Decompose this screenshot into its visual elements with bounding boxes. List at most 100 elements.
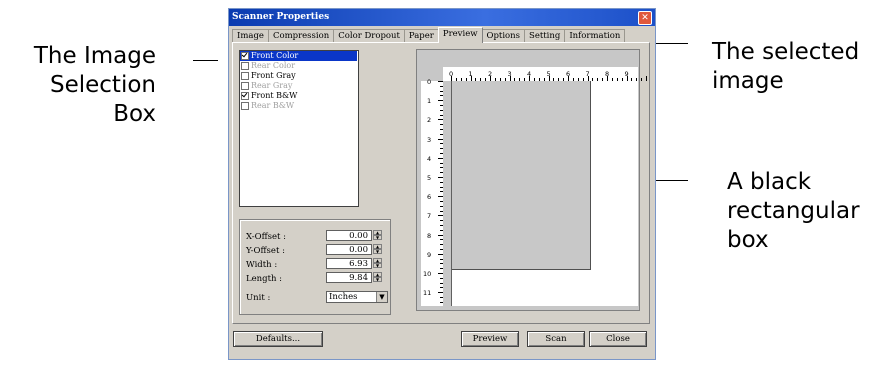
ruler-tick	[440, 225, 443, 226]
ruler-label: 5	[427, 174, 432, 182]
ruler-tick	[440, 181, 443, 183]
scan-button[interactable]: Scan	[527, 331, 585, 347]
black-box-callout: A black rectangular box	[727, 168, 860, 255]
ruler-tick	[440, 249, 443, 250]
close-button[interactable]: Close	[589, 331, 647, 347]
spin-down-icon[interactable]: ▼	[373, 235, 382, 240]
ruler-tick	[440, 268, 443, 270]
tab-compression[interactable]: Compression	[267, 29, 335, 43]
selected-image-callout: The selected image	[712, 38, 859, 96]
list-item-label: Rear B&W	[251, 101, 295, 110]
checkbox[interactable]	[241, 62, 249, 70]
length-spinner[interactable]: ▲ ▼	[373, 272, 382, 283]
ruler-tick	[440, 85, 443, 87]
window-title: Scanner Properties	[232, 12, 330, 22]
ruler-tick	[438, 253, 443, 255]
tab-image[interactable]: Image	[232, 29, 269, 43]
dimension-group: X-Offset : 0.00 ▲ ▼ Y-Offset : 0.00 ▲ ▼ Wi…	[239, 219, 391, 315]
y-offset-spinner[interactable]: ▲ ▼	[373, 244, 382, 255]
ruler-tick	[440, 229, 443, 231]
scanner-properties-window: Scanner Properties ✕ Image Compression Col…	[228, 8, 656, 360]
width-spinner[interactable]: ▲ ▼	[373, 258, 382, 269]
ruler-tick	[440, 297, 443, 298]
spin-down-icon[interactable]: ▼	[373, 249, 382, 254]
ruler-label: 11	[423, 289, 432, 298]
ruler-label: 10	[423, 270, 432, 278]
unit-value: Inches	[329, 292, 358, 302]
list-item[interactable]: Rear Color	[240, 61, 358, 71]
spin-down-icon[interactable]: ▼	[373, 263, 382, 268]
ruler-tick	[440, 263, 443, 265]
checkbox[interactable]	[241, 82, 249, 90]
close-icon[interactable]: ✕	[638, 11, 652, 25]
ruler-tick	[438, 273, 443, 274]
scan-area-rectangle[interactable]	[452, 81, 591, 270]
ruler-tick	[646, 76, 647, 81]
list-item[interactable]: Front Color	[240, 51, 357, 61]
ruler-tick	[440, 258, 443, 260]
ruler-tick	[438, 196, 443, 198]
tab-strip: Image Compression Color Dropout Paper Previe…	[232, 27, 626, 43]
image-selection-box[interactable]: Front Color Rear Color Front Gray Rear Gray…	[239, 50, 359, 207]
ruler-tick	[440, 95, 443, 97]
callout-line: rectangular	[727, 198, 860, 224]
x-offset-input[interactable]: 0.00	[326, 230, 372, 241]
spin-down-icon[interactable]: ▼	[373, 277, 382, 282]
callout-line: image	[712, 68, 784, 94]
ruler-tick	[440, 201, 443, 202]
list-item[interactable]: Front B&W	[240, 91, 358, 101]
ruler-tick	[440, 220, 443, 222]
x-offset-spinner[interactable]: ▲ ▼	[373, 230, 382, 241]
checkbox[interactable]	[241, 72, 249, 80]
y-offset-label: Y-Offset :	[246, 246, 285, 256]
ruler-label: 3	[427, 135, 432, 144]
width-label: Width :	[246, 260, 278, 270]
tab-preview[interactable]: Preview	[437, 27, 483, 43]
ruler-tick	[440, 153, 443, 154]
preview-button[interactable]: Preview	[461, 331, 519, 347]
ruler-tick	[438, 100, 443, 102]
ruler-tick	[438, 81, 443, 82]
leader-line-image-selection	[193, 60, 218, 61]
ruler-tick	[440, 172, 443, 174]
list-item[interactable]: Front Gray	[240, 71, 358, 81]
ruler-tick	[440, 186, 443, 188]
ruler-label: 9	[427, 250, 432, 259]
tab-options[interactable]: Options	[481, 29, 525, 43]
ruler-tick	[440, 287, 443, 289]
list-item[interactable]: Rear Gray	[240, 81, 358, 91]
ruler-tick	[440, 282, 443, 284]
tab-color-dropout[interactable]: Color Dropout	[333, 29, 405, 43]
checkbox[interactable]	[241, 92, 249, 100]
checkbox[interactable]	[241, 52, 249, 60]
callout-line: A black	[727, 169, 812, 195]
ruler-tick	[440, 133, 443, 135]
ruler-label: 0	[427, 78, 432, 86]
y-offset-input[interactable]: 0.00	[326, 244, 372, 255]
list-item[interactable]: Rear B&W	[240, 101, 358, 111]
ruler-tick	[438, 157, 443, 159]
ruler-tick	[440, 191, 443, 193]
ruler-tick	[440, 277, 443, 279]
unit-select[interactable]: Inches ▼	[326, 291, 388, 303]
callout-line: Selection	[50, 72, 156, 98]
ruler-tick	[440, 239, 443, 241]
length-label: Length :	[246, 274, 283, 284]
tab-information[interactable]: Information	[564, 29, 626, 43]
callout-line: box	[727, 227, 769, 253]
tab-paper[interactable]: Paper	[403, 29, 439, 43]
ruler-tick	[641, 78, 643, 81]
ruler-tick	[440, 148, 443, 150]
title-bar[interactable]: Scanner Properties ✕	[229, 9, 655, 26]
defaults-button[interactable]: Defaults...	[233, 331, 323, 347]
image-selection-box-callout: The Image Selection Box	[0, 42, 156, 129]
list-item-label: Rear Gray	[251, 81, 293, 90]
list-item-label: Front B&W	[251, 91, 298, 100]
width-input[interactable]: 6.93	[326, 258, 372, 269]
chevron-down-icon[interactable]: ▼	[376, 292, 387, 302]
checkbox[interactable]	[241, 102, 249, 110]
tab-setting[interactable]: Setting	[524, 29, 566, 43]
ruler-tick	[438, 292, 443, 294]
x-offset-label: X-Offset :	[246, 232, 287, 242]
length-input[interactable]: 9.84	[326, 272, 372, 283]
